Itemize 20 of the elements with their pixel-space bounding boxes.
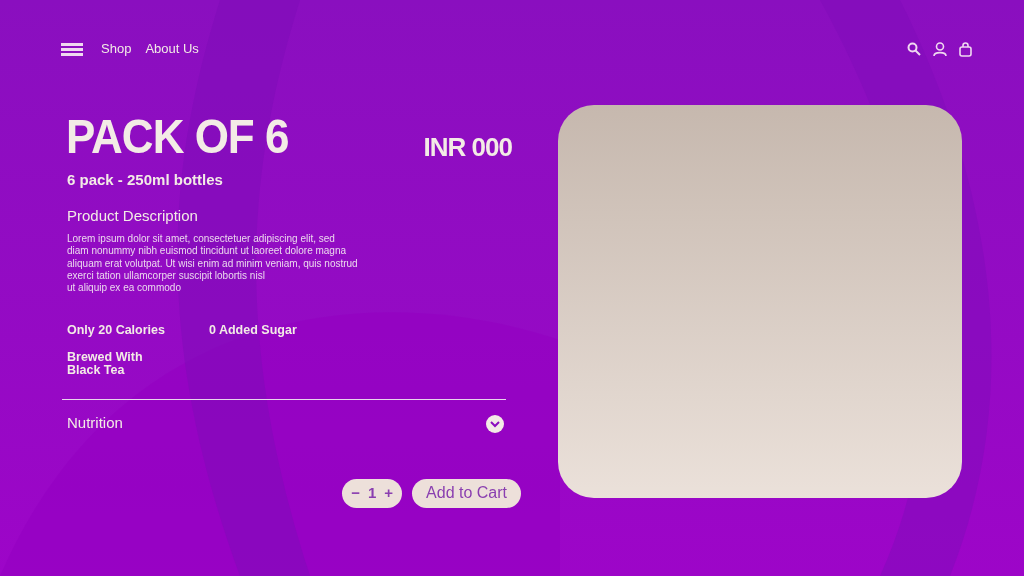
- product-subtitle: 6 pack - 250ml bottles: [66, 170, 224, 190]
- user-icon[interactable]: [933, 41, 947, 57]
- feature-label: 0 Added Sugar: [209, 324, 298, 338]
- nav-link[interactable]: About Us: [145, 39, 199, 59]
- nav-link[interactable]: Shop: [101, 39, 132, 59]
- increment-button[interactable]: +: [384, 482, 394, 505]
- product-title: PACK OF 6: [66, 111, 289, 162]
- product-price: INR 000: [423, 131, 512, 164]
- quantity-value: 1: [367, 483, 377, 504]
- menu-icon[interactable]: [61, 42, 83, 56]
- description-heading: Product Description: [66, 205, 199, 226]
- feature-label: Brewed With Black Tea: [67, 351, 144, 378]
- decrement-button[interactable]: −: [351, 482, 360, 505]
- search-icon[interactable]: [907, 42, 921, 56]
- add-to-cart-button[interactable]: Add to Cart: [412, 479, 521, 508]
- product-description: Lorem ipsum dolor sit amet, consectetuer adipiscing elit, sed diam nonummy nibh euismod tincidunt ut laoreet dolore magna aliquam erat volutpat. Ut wisi enim ad minim veniam, quis nostrud exerci tation ullamcorper suscipit lobortis nisl ut aliquip ex ea commodo: [66, 233, 359, 295]
- feature-label: Only 20 Calories: [67, 324, 166, 338]
- shopping-bag-icon[interactable]: [959, 41, 972, 57]
- nutrition-accordion[interactable]: Nutrition: [62, 400, 504, 435]
- nutrition-label: Nutrition: [67, 413, 123, 434]
